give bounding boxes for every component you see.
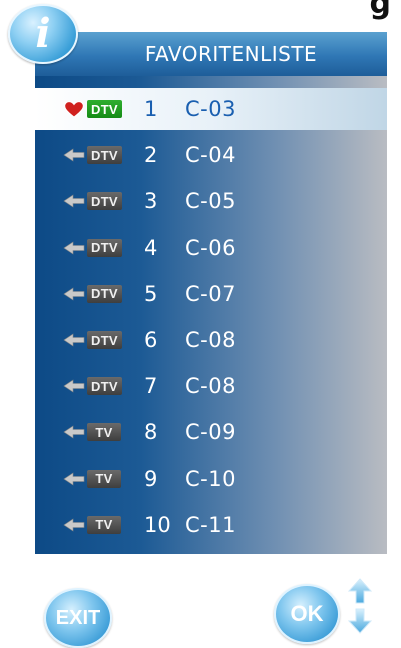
channel-name: C-08 bbox=[185, 328, 236, 352]
channel-type-badge: DTV bbox=[87, 238, 122, 257]
arrow-icon bbox=[63, 470, 85, 488]
channel-name: C-08 bbox=[185, 374, 236, 399]
channel-type-badge: DTV bbox=[87, 331, 122, 349]
channel-name: C-06 bbox=[185, 235, 236, 260]
channel-type-badge: TV bbox=[87, 423, 121, 442]
arrow-down-icon[interactable] bbox=[348, 608, 372, 634]
channel-name: C-05 bbox=[185, 189, 236, 214]
channel-name: C-04 bbox=[185, 143, 236, 168]
arrow-up-icon[interactable] bbox=[348, 578, 372, 604]
arrow-icon bbox=[63, 423, 85, 441]
channel-row[interactable]: DTV 5 C-07 bbox=[35, 273, 387, 315]
arrow-icon bbox=[63, 516, 85, 534]
channel-name: C-07 bbox=[185, 281, 236, 306]
channel-row[interactable]: DTV 3 C-05 bbox=[35, 180, 387, 222]
arrow-icon bbox=[63, 239, 85, 257]
channel-number: 7 bbox=[144, 374, 158, 399]
channel-name: C-03 bbox=[185, 97, 236, 121]
channel-row[interactable]: TV 8 C-09 bbox=[35, 411, 387, 453]
heart-icon bbox=[63, 100, 85, 118]
channel-number: 3 bbox=[144, 189, 158, 214]
channel-number: 9 bbox=[144, 466, 158, 491]
info-glyph: i bbox=[35, 10, 51, 57]
arrow-icon bbox=[63, 192, 85, 210]
channel-number: 8 bbox=[144, 420, 158, 445]
channel-type-badge: DTV bbox=[87, 192, 122, 211]
favorites-panel: FAVORITENLISTE DTV 1 C-03 DTV 2 C-04 DTV 3 C-05 D… bbox=[33, 30, 389, 556]
ok-label: OK bbox=[290, 601, 324, 626]
channel-type-badge: DTV bbox=[87, 284, 122, 303]
channel-row[interactable]: DTV 2 C-04 bbox=[35, 134, 387, 176]
channel-row[interactable]: DTV 1 C-03 bbox=[35, 88, 387, 130]
arrow-icon bbox=[63, 146, 85, 164]
channel-number: 10 bbox=[144, 512, 171, 537]
channel-row[interactable]: DTV 4 C-06 bbox=[35, 227, 387, 269]
exit-label: EXIT bbox=[55, 606, 101, 629]
channel-row[interactable]: TV 9 C-10 bbox=[35, 458, 387, 500]
arrow-icon bbox=[63, 331, 85, 349]
channel-number: 4 bbox=[144, 235, 158, 260]
exit-button[interactable]: EXIT bbox=[44, 588, 112, 648]
channel-type-badge: TV bbox=[87, 515, 121, 534]
channel-name: C-09 bbox=[185, 420, 236, 445]
channel-row[interactable]: DTV 7 C-08 bbox=[35, 365, 387, 407]
header-bar: FAVORITENLISTE bbox=[35, 32, 387, 76]
ok-button[interactable]: OK bbox=[274, 584, 340, 644]
channel-type-badge: TV bbox=[87, 469, 121, 488]
channel-row[interactable]: TV 10 C-11 bbox=[35, 504, 387, 546]
channel-name: C-10 bbox=[185, 466, 236, 491]
channel-number: 2 bbox=[144, 143, 158, 168]
arrow-icon bbox=[63, 285, 85, 303]
channel-number: 6 bbox=[144, 328, 158, 352]
arrow-icon bbox=[63, 377, 85, 395]
info-icon[interactable]: i bbox=[8, 4, 78, 64]
channel-name: C-11 bbox=[185, 512, 236, 537]
channel-type-badge: DTV bbox=[87, 377, 122, 396]
corner-text: g bbox=[369, 0, 391, 21]
channel-type-badge: DTV bbox=[87, 100, 122, 118]
page-title: FAVORITENLISTE bbox=[144, 42, 318, 66]
channel-number: 5 bbox=[144, 281, 158, 306]
channel-number: 1 bbox=[144, 97, 158, 121]
channel-row[interactable]: DTV 6 C-08 bbox=[35, 319, 387, 361]
channel-type-badge: DTV bbox=[87, 146, 122, 165]
